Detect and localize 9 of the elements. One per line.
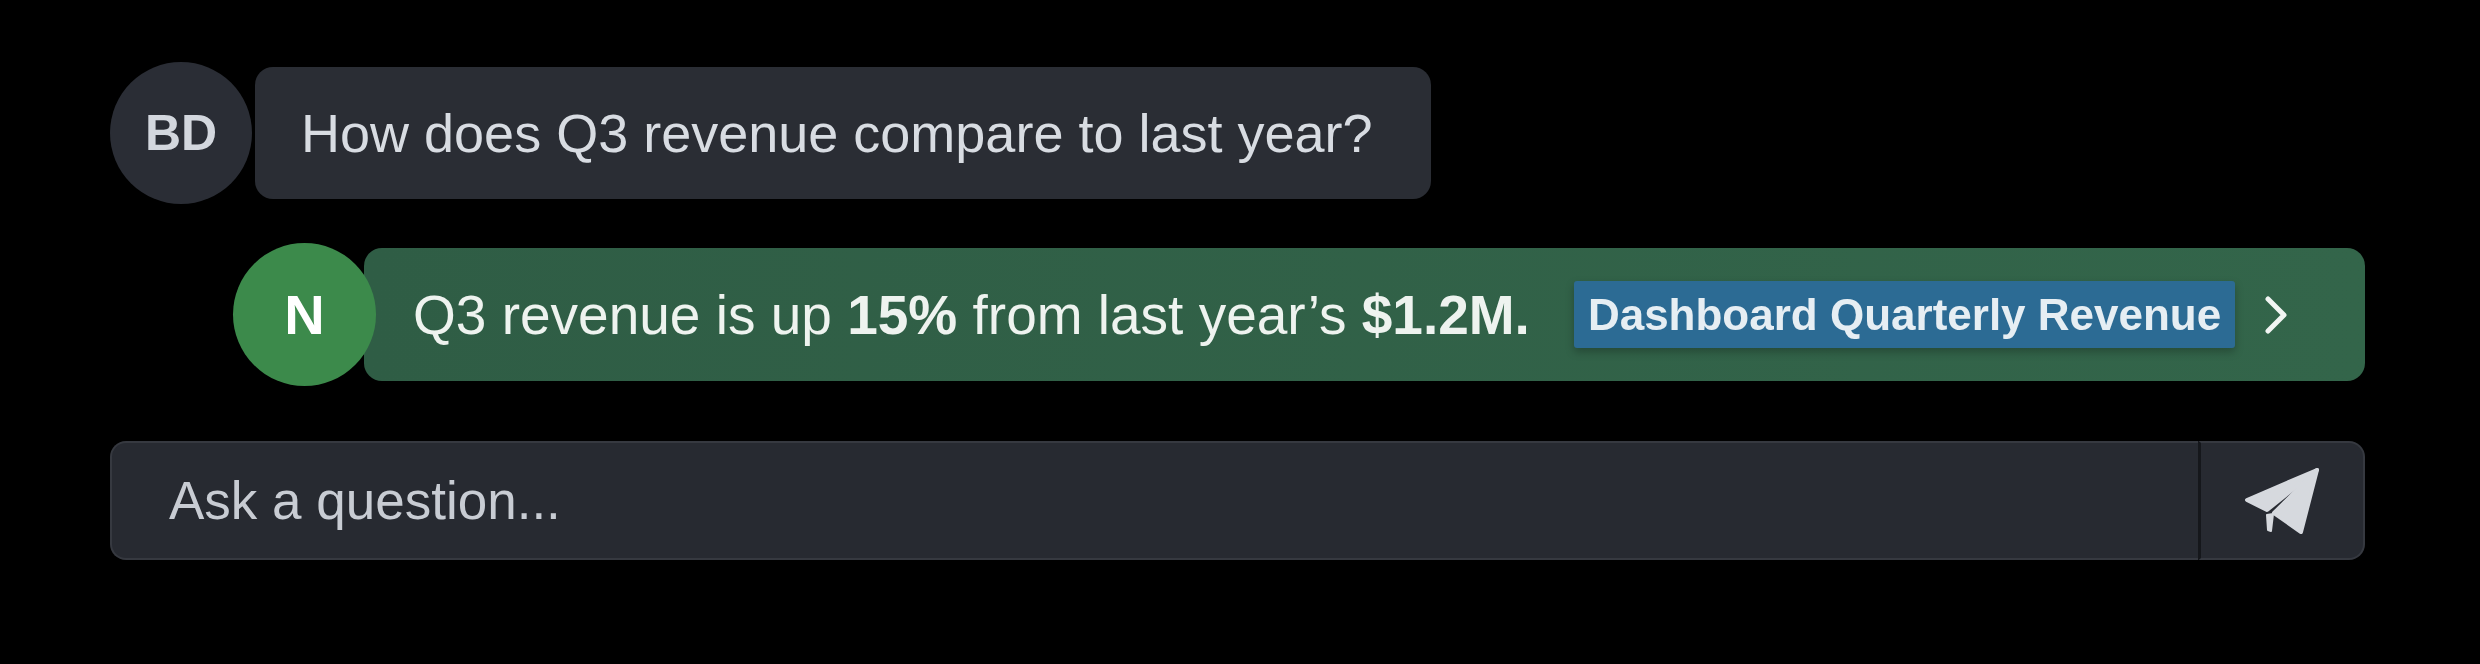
send-button[interactable] xyxy=(2198,441,2365,560)
chevron-right-icon[interactable] xyxy=(2265,295,2288,334)
assistant-avatar: N xyxy=(233,243,376,386)
paper-plane-icon xyxy=(2244,466,2320,535)
message-text: How does Q3 revenue compare to last year? xyxy=(301,102,1373,164)
user-avatar: BD xyxy=(110,62,252,204)
source-link[interactable]: Dashboard Quarterly Revenue xyxy=(1573,281,2236,348)
question-input[interactable]: Ask a question... xyxy=(110,441,2198,560)
message-text: Q3 revenue is up 15% from last year’s $1.2M. xyxy=(413,282,1530,347)
